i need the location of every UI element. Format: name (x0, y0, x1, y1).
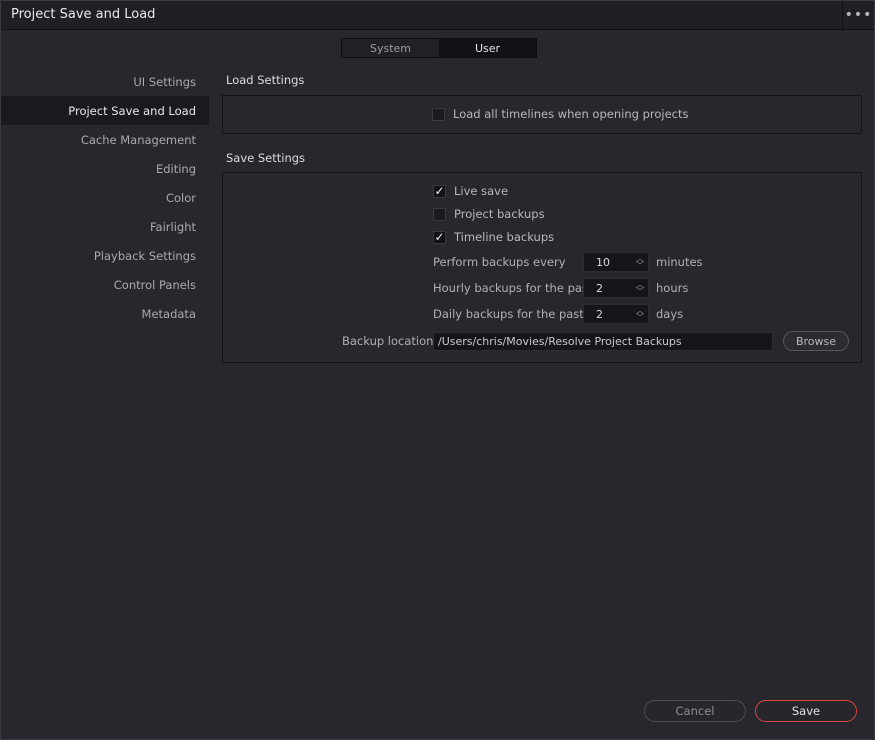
sidebar-item-control-panels[interactable]: Control Panels (1, 270, 209, 299)
hourly-backups-value[interactable]: 2 (584, 282, 632, 295)
preferences-tabs: System User (341, 38, 537, 58)
stepper-arrows[interactable]: ︿ ﹀ (632, 279, 648, 297)
chevron-down-icon[interactable]: ﹀ (636, 262, 644, 270)
load-all-timelines-label: Load all timelines when opening projects (453, 107, 689, 121)
check-icon: ✓ (434, 230, 445, 244)
project-backups-option[interactable]: Project backups (433, 207, 545, 221)
load-settings-heading: Load Settings (226, 73, 305, 87)
hourly-backups-label: Hourly backups for the past (433, 281, 593, 295)
save-settings-heading: Save Settings (226, 151, 306, 165)
sidebar: UI Settings Project Save and Load Cache … (1, 67, 209, 328)
live-save-option[interactable]: ✓ Live save (433, 184, 508, 198)
backup-location-field[interactable]: /Users/chris/Movies/Resolve Project Back… (433, 332, 773, 351)
load-all-timelines-checkbox[interactable] (432, 107, 445, 121)
chevron-down-icon[interactable]: ﹀ (636, 288, 644, 296)
tab-system[interactable]: System (342, 39, 439, 57)
title-bar: Project Save and Load ••• (1, 1, 874, 30)
live-save-label: Live save (454, 184, 509, 198)
live-save-checkbox[interactable]: ✓ (433, 184, 446, 198)
save-button[interactable]: Save (755, 700, 857, 722)
cancel-button[interactable]: Cancel (644, 700, 746, 722)
perform-backups-stepper[interactable]: 10 ︿ ﹀ (583, 252, 649, 272)
stepper-arrows[interactable]: ︿ ﹀ (632, 305, 648, 323)
perform-backups-value[interactable]: 10 (584, 256, 632, 269)
perform-backups-label: Perform backups every (433, 255, 566, 269)
more-horizontal-icon: ••• (844, 7, 873, 23)
daily-backups-stepper[interactable]: 2 ︿ ﹀ (583, 304, 649, 324)
sidebar-item-color[interactable]: Color (1, 183, 209, 212)
sidebar-item-ui-settings[interactable]: UI Settings (1, 67, 209, 96)
daily-backups-unit: days (656, 307, 684, 321)
sidebar-item-metadata[interactable]: Metadata (1, 299, 209, 328)
daily-backups-value[interactable]: 2 (584, 308, 632, 321)
tab-user[interactable]: User (439, 39, 536, 57)
project-backups-label: Project backups (454, 207, 545, 221)
timeline-backups-checkbox[interactable]: ✓ (433, 230, 446, 244)
browse-button[interactable]: Browse (783, 331, 849, 351)
load-all-timelines-option[interactable]: Load all timelines when opening projects (432, 107, 688, 121)
sidebar-item-cache-management[interactable]: Cache Management (1, 125, 209, 154)
daily-backups-label: Daily backups for the past (433, 307, 584, 321)
sidebar-item-editing[interactable]: Editing (1, 154, 209, 183)
project-backups-checkbox[interactable] (433, 207, 446, 221)
chevron-down-icon[interactable]: ﹀ (636, 314, 644, 322)
more-options-button[interactable]: ••• (842, 1, 874, 29)
stepper-arrows[interactable]: ︿ ﹀ (632, 253, 648, 271)
timeline-backups-option[interactable]: ✓ Timeline backups (433, 230, 554, 244)
sidebar-item-playback-settings[interactable]: Playback Settings (1, 241, 209, 270)
perform-backups-unit: minutes (656, 255, 703, 269)
sidebar-item-fairlight[interactable]: Fairlight (1, 212, 209, 241)
backup-location-label: Backup location (342, 334, 434, 348)
hourly-backups-unit: hours (656, 281, 689, 295)
hourly-backups-stepper[interactable]: 2 ︿ ﹀ (583, 278, 649, 298)
check-icon: ✓ (434, 184, 445, 198)
window-title: Project Save and Load (11, 7, 156, 22)
sidebar-item-project-save-and-load[interactable]: Project Save and Load (1, 96, 209, 125)
preferences-window: Project Save and Load ••• System User UI… (0, 0, 875, 740)
timeline-backups-label: Timeline backups (454, 230, 555, 244)
